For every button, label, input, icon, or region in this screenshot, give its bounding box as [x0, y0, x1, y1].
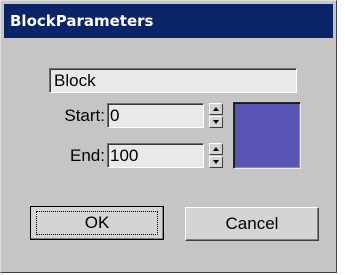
- block-name-input[interactable]: Block: [49, 68, 297, 93]
- end-input[interactable]: 100: [107, 143, 204, 168]
- end-spin-down-button[interactable]: [209, 156, 223, 168]
- spin-down-arrow-icon: [213, 160, 219, 164]
- color-swatch[interactable]: [233, 102, 301, 169]
- end-spinner[interactable]: [209, 143, 223, 168]
- ok-button-label: OK: [36, 211, 158, 235]
- block-parameters-dialog: BlockParameters Block Start: 0 End: 100 …: [0, 0, 337, 273]
- start-spinner[interactable]: [209, 103, 223, 128]
- end-spin-up-button[interactable]: [209, 143, 223, 155]
- spin-up-arrow-icon: [213, 107, 219, 111]
- cancel-button[interactable]: Cancel: [185, 207, 319, 241]
- start-label: Start:: [64, 106, 105, 125]
- spin-up-arrow-icon: [213, 147, 219, 151]
- start-input[interactable]: 0: [107, 103, 204, 128]
- start-spin-down-button[interactable]: [209, 116, 223, 128]
- start-spin-up-button[interactable]: [209, 103, 223, 115]
- end-label: End:: [70, 146, 105, 165]
- dialog-title: BlockParameters: [4, 4, 333, 38]
- ok-button[interactable]: OK: [30, 206, 164, 240]
- spin-down-arrow-icon: [213, 120, 219, 124]
